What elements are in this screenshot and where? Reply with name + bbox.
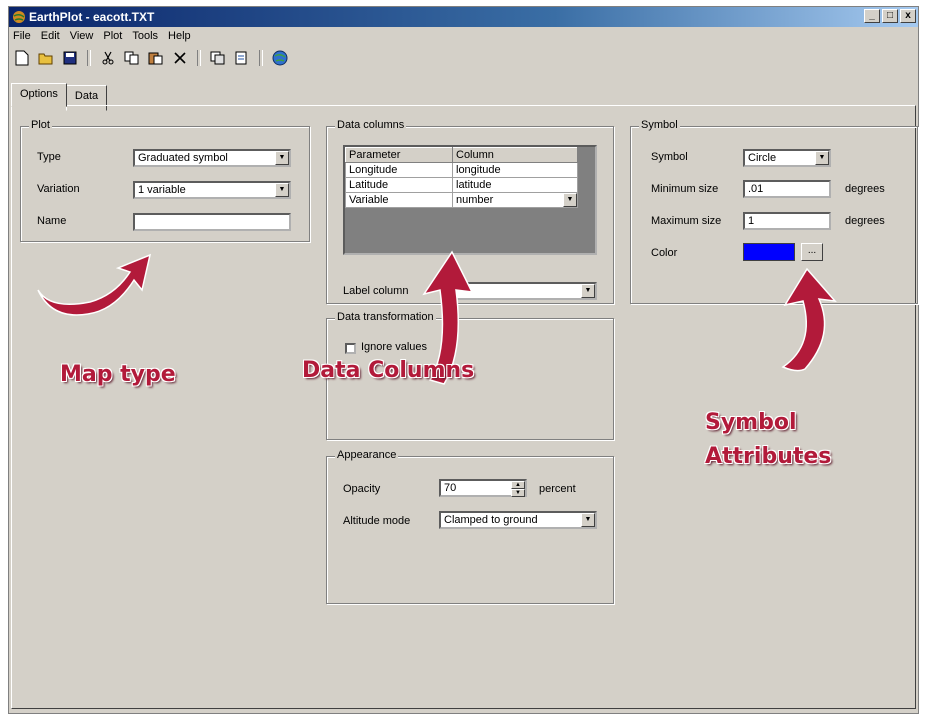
- opacity-unit: percent: [539, 483, 576, 495]
- name-label: Name: [37, 215, 67, 227]
- tab-options[interactable]: Options: [11, 83, 67, 107]
- minimum-size-unit: degrees: [845, 183, 885, 195]
- opacity-stepper[interactable]: 70 ▲ ▼: [439, 479, 527, 497]
- symbol-select[interactable]: Circle ▼: [743, 149, 831, 167]
- plot-group-legend: Plot: [29, 119, 52, 131]
- appearance-legend: Appearance: [335, 449, 399, 461]
- spin-up-icon[interactable]: ▲: [511, 481, 525, 489]
- copy-icon[interactable]: [123, 49, 141, 67]
- altitude-mode-value: Clamped to ground: [444, 514, 538, 526]
- label-column-label: Label column: [343, 285, 409, 297]
- variation-label: Variation: [37, 183, 80, 195]
- spin-down-icon[interactable]: ▼: [511, 489, 525, 497]
- menu-help[interactable]: Help: [168, 28, 191, 44]
- paste-special-icon[interactable]: [233, 49, 251, 67]
- grid-cell-column[interactable]: number ▼: [452, 192, 578, 208]
- chevron-down-icon[interactable]: ▼: [581, 513, 595, 527]
- menu-file[interactable]: File: [13, 28, 31, 44]
- type-label: Type: [37, 151, 61, 163]
- variation-select[interactable]: 1 variable ▼: [133, 181, 291, 199]
- chevron-down-icon[interactable]: ▼: [275, 151, 289, 165]
- grid-cell-param: Latitude: [345, 177, 453, 193]
- close-button[interactable]: x: [900, 9, 916, 23]
- map-type-annotation: Map type: [60, 362, 176, 387]
- color-swatch[interactable]: [743, 243, 795, 261]
- app-globe-icon: [13, 11, 25, 23]
- menu-tools[interactable]: Tools: [132, 28, 158, 44]
- cut-icon[interactable]: [99, 49, 117, 67]
- altitude-mode-select[interactable]: Clamped to ground ▼: [439, 511, 597, 529]
- grid-header-column: Column: [452, 147, 578, 163]
- minimize-button[interactable]: _: [864, 9, 880, 23]
- globe-icon[interactable]: [271, 49, 289, 67]
- open-icon[interactable]: [37, 49, 55, 67]
- table-row[interactable]: Longitude longitude: [345, 162, 578, 178]
- maximum-size-label: Maximum size: [651, 215, 722, 227]
- data-columns-legend: Data columns: [335, 119, 407, 131]
- grid-header-parameter: Parameter: [345, 147, 453, 163]
- plot-group: Plot Type Graduated symbol ▼ Variation 1…: [20, 119, 310, 242]
- chevron-down-icon[interactable]: ▼: [563, 193, 577, 207]
- menu-plot[interactable]: Plot: [103, 28, 122, 44]
- minimum-size-label: Minimum size: [651, 183, 719, 195]
- symbol-attributes-arrow: [781, 267, 837, 372]
- options-panel: Plot Type Graduated symbol ▼ Variation 1…: [11, 105, 918, 709]
- symbol-select-value: Circle: [748, 152, 777, 164]
- symbol-legend: Symbol: [639, 119, 680, 131]
- symbol-group: Symbol Symbol Circle ▼ Minimum size .01 …: [630, 119, 918, 304]
- title-bar[interactable]: EarthPlot - eacott.TXT _ □ x: [9, 7, 918, 27]
- opacity-value: 70: [444, 482, 457, 494]
- new-icon[interactable]: [13, 49, 31, 67]
- paste-icon[interactable]: [147, 49, 165, 67]
- color-picker-button[interactable]: ...: [801, 243, 823, 261]
- color-label: Color: [651, 247, 678, 259]
- chevron-down-icon[interactable]: ▼: [275, 183, 289, 197]
- grid-cell-param: Longitude: [345, 162, 453, 178]
- maximum-size-field[interactable]: 1: [743, 212, 831, 230]
- altitude-mode-label: Altitude mode: [343, 515, 411, 527]
- save-icon[interactable]: [61, 49, 79, 67]
- type-select[interactable]: Graduated symbol ▼: [133, 149, 291, 167]
- minimum-size-field[interactable]: .01: [743, 180, 831, 198]
- map-type-arrow: [37, 253, 152, 316]
- table-row[interactable]: Latitude latitude: [345, 177, 578, 193]
- opacity-label: Opacity: [343, 483, 381, 495]
- copy-special-icon[interactable]: [209, 49, 227, 67]
- appearance-group: Appearance Opacity 70 ▲ ▼ percent Altitu…: [326, 449, 614, 604]
- chevron-down-icon[interactable]: ▼: [581, 284, 595, 298]
- maximize-button[interactable]: □: [882, 9, 898, 23]
- menu-bar: File Edit View Plot Tools Help: [9, 28, 918, 44]
- delete-icon[interactable]: [171, 49, 189, 67]
- menu-edit[interactable]: Edit: [41, 28, 60, 44]
- toolbar-separator: [197, 50, 201, 66]
- symbol-annotation-line2: Attributes: [705, 444, 832, 469]
- toolbar: [9, 47, 918, 69]
- window-title: EarthPlot - eacott.TXT: [29, 10, 155, 24]
- type-select-value: Graduated symbol: [138, 152, 228, 164]
- grid-cell-column-value: number: [456, 194, 494, 206]
- menu-view[interactable]: View: [70, 28, 94, 44]
- opacity-spin[interactable]: ▲ ▼: [511, 481, 525, 497]
- grid-cell-column[interactable]: latitude: [452, 177, 578, 193]
- tab-strip: Options Data: [11, 82, 108, 111]
- symbol-annotation-line1: Symbol: [705, 410, 797, 435]
- table-row[interactable]: Variable number ▼: [345, 192, 578, 208]
- symbol-label: Symbol: [651, 151, 688, 163]
- grid-cell-column[interactable]: longitude: [452, 162, 578, 178]
- variation-select-value: 1 variable: [138, 184, 186, 196]
- data-columns-grid[interactable]: Parameter Column Longitude longitude Lat…: [343, 145, 597, 255]
- grid-cell-param: Variable: [345, 192, 453, 208]
- ignore-values-checkbox[interactable]: [345, 343, 356, 354]
- toolbar-separator: [87, 50, 91, 66]
- name-field[interactable]: [133, 213, 291, 231]
- data-columns-annotation: Data Columns: [302, 358, 475, 383]
- maximum-size-unit: degrees: [845, 215, 885, 227]
- toolbar-separator: [259, 50, 263, 66]
- chevron-down-icon[interactable]: ▼: [815, 151, 829, 165]
